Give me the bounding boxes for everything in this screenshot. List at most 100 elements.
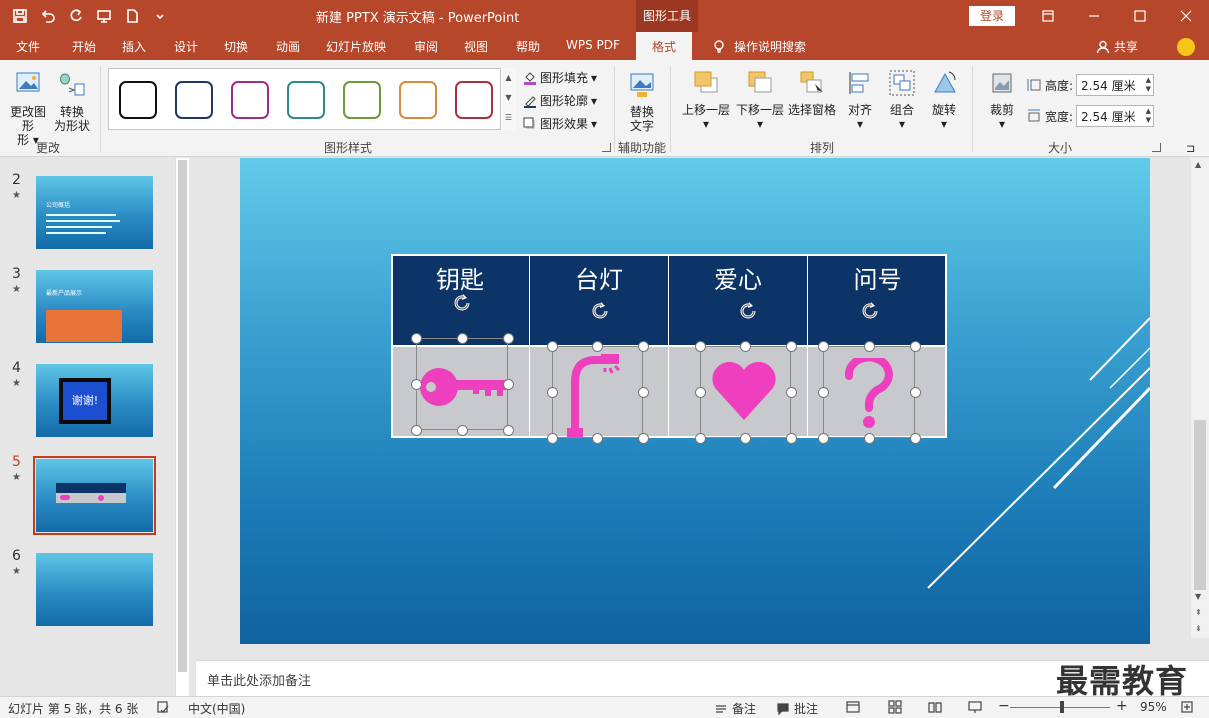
rotate-handle-icon[interactable] [451, 292, 473, 314]
language-indicator[interactable]: 中文(中国) [188, 700, 245, 717]
style-swatch-6[interactable] [399, 81, 437, 119]
tab-format[interactable]: 格式 [636, 32, 693, 60]
editor-scrollbar-thumb[interactable] [1194, 420, 1206, 590]
tab-review[interactable]: 审阅 [414, 38, 438, 55]
resize-handle[interactable] [694, 386, 706, 398]
rotate-handle-icon[interactable] [859, 300, 881, 322]
resize-handle[interactable] [592, 340, 603, 352]
resize-handle[interactable] [637, 386, 649, 398]
undo-button[interactable] [36, 4, 60, 28]
share-button[interactable]: 共享 [1096, 38, 1138, 55]
resize-handle[interactable] [546, 432, 558, 444]
tab-insert[interactable]: 插入 [122, 38, 146, 55]
resize-handle[interactable] [863, 340, 875, 352]
next-slide-button[interactable]: ⇟ [1195, 624, 1202, 633]
fit-to-window-button[interactable] [1180, 700, 1194, 714]
slideshow-button[interactable] [968, 700, 982, 714]
slide-thumbnail-5[interactable] [36, 459, 153, 532]
maximize-button[interactable] [1117, 0, 1163, 32]
width-input[interactable]: 2.54 厘米 ▲ ▼ [1076, 105, 1155, 127]
resize-handle[interactable] [546, 340, 558, 352]
bring-forward-button[interactable]: 上移一层 ▾ [680, 68, 732, 131]
height-input[interactable]: 2.54 厘米 ▲ ▼ [1076, 74, 1155, 96]
tab-home[interactable]: 开始 [72, 38, 96, 55]
resize-handle[interactable] [410, 378, 422, 390]
login-button[interactable]: 登录 [969, 6, 1015, 26]
slide-canvas[interactable]: 钥匙 台灯 爱心 问号 [240, 158, 1150, 644]
ribbon-display-button[interactable] [1025, 0, 1071, 32]
style-swatch-1[interactable] [119, 81, 157, 119]
send-backward-button[interactable]: 下移一层 ▾ [734, 68, 786, 131]
resize-handle[interactable] [863, 432, 875, 444]
spelling-check-button[interactable] [156, 700, 170, 714]
editor-vertical-scrollbar[interactable]: ▲ ▼ ⇞ ⇟ [1191, 158, 1209, 638]
resize-handle[interactable] [785, 340, 797, 352]
shape-fill-button[interactable]: 图形填充 ▾ [523, 69, 597, 86]
resize-handle[interactable] [410, 424, 422, 436]
tab-file[interactable]: 文件 [16, 38, 40, 55]
comments-button[interactable]: 批注 [776, 700, 818, 717]
redo-button[interactable] [64, 4, 88, 28]
resize-handle[interactable] [502, 332, 514, 344]
style-swatch-2[interactable] [175, 81, 213, 119]
crop-button[interactable]: 裁剪 ▾ [982, 68, 1022, 131]
thumbnail-scrollbar-thumb[interactable] [178, 160, 187, 672]
customize-qat-button[interactable] [148, 4, 172, 28]
tab-help[interactable]: 帮助 [516, 38, 540, 55]
resize-handle[interactable] [694, 432, 706, 444]
shape-effects-button[interactable]: 图形效果 ▾ [523, 115, 597, 132]
zoom-slider-thumb[interactable] [1060, 701, 1064, 713]
group-objects-button[interactable]: 组合 ▾ [884, 68, 920, 131]
tab-wps-pdf[interactable]: WPS PDF [566, 38, 620, 52]
minimize-button[interactable] [1071, 0, 1117, 32]
style-swatch-3[interactable] [231, 81, 269, 119]
resize-handle[interactable] [817, 386, 829, 398]
previous-slide-button[interactable]: ⇞ [1195, 608, 1202, 617]
selection-pane-button[interactable]: 选择窗格 [786, 68, 838, 117]
reading-view-button[interactable] [928, 700, 942, 714]
pin-ribbon-icon[interactable]: ⊐ [1186, 142, 1195, 155]
thumbnail-scrollbar[interactable] [175, 158, 189, 696]
shape-styles-dialog-launcher[interactable] [602, 143, 611, 152]
resize-handle[interactable] [637, 432, 649, 444]
scroll-down-button[interactable]: ▼ [1195, 592, 1201, 601]
resize-handle[interactable] [502, 424, 514, 436]
alt-text-button[interactable]: 替换 文字 [622, 70, 662, 133]
zoom-in-button[interactable]: + [1116, 698, 1128, 714]
tab-view[interactable]: 视图 [464, 38, 488, 55]
size-dialog-launcher[interactable] [1152, 143, 1161, 152]
resize-handle[interactable] [694, 340, 706, 352]
shape-outline-button[interactable]: 图形轮廓 ▾ [523, 92, 597, 109]
width-spinner[interactable]: ▲ ▼ [1146, 107, 1151, 125]
slide-thumbnail-6[interactable] [36, 553, 153, 626]
feedback-smiley-icon[interactable] [1177, 38, 1195, 56]
resize-handle[interactable] [785, 432, 797, 444]
tab-animations[interactable]: 动画 [276, 38, 300, 55]
tab-slideshow[interactable]: 幻灯片放映 [326, 38, 386, 55]
slide-thumbnail-4[interactable]: 谢谢! [36, 364, 153, 437]
zoom-out-button[interactable]: − [998, 698, 1010, 714]
change-graphic-button[interactable]: 更改图形 形 ▾ [6, 70, 50, 147]
slide-counter[interactable]: 幻灯片 第 5 张，共 6 张 [8, 700, 138, 717]
resize-handle[interactable] [909, 386, 921, 398]
resize-handle[interactable] [410, 332, 422, 344]
slide-thumbnail-3[interactable]: 最新产品展示 [36, 270, 153, 343]
resize-handle[interactable] [637, 340, 649, 352]
convert-to-shapes-button[interactable]: 转换 为形状 [50, 70, 94, 133]
normal-view-button[interactable] [846, 700, 860, 714]
resize-handle[interactable] [740, 432, 751, 444]
tell-me-search[interactable]: 操作说明搜索 [712, 38, 806, 55]
style-swatch-4[interactable] [287, 81, 325, 119]
gallery-down-button[interactable]: ▼ [501, 88, 516, 108]
slide-sorter-button[interactable] [888, 700, 902, 714]
zoom-level[interactable]: 95% [1140, 700, 1167, 714]
close-button[interactable] [1163, 0, 1209, 32]
gallery-more-button[interactable]: ☰ [501, 108, 516, 128]
resize-handle[interactable] [817, 340, 829, 352]
rotate-handle-icon[interactable] [589, 300, 611, 322]
resize-handle[interactable] [592, 432, 603, 444]
gallery-up-button[interactable]: ▲ [501, 68, 516, 88]
resize-handle[interactable] [502, 378, 514, 390]
resize-handle[interactable] [456, 424, 468, 436]
slide-thumbnail-2[interactable]: 公司概括 [36, 176, 153, 249]
